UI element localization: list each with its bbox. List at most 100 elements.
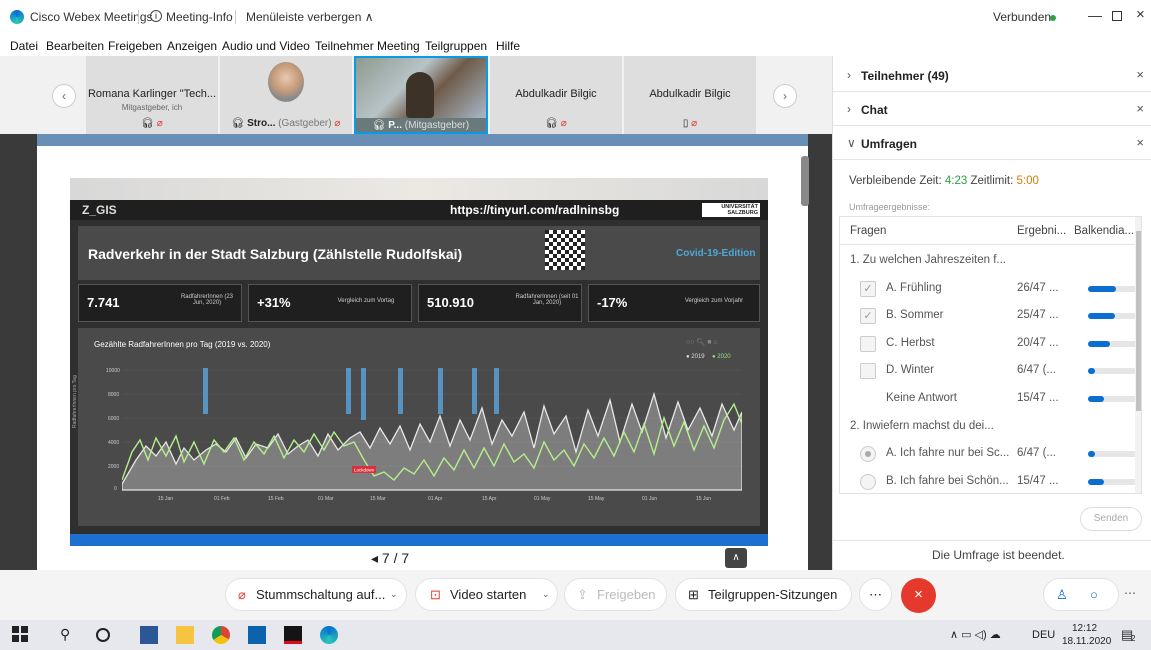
kpi-value: +31% (257, 295, 291, 310)
option-text: C. Herbst (886, 336, 935, 349)
scrollbar[interactable] (801, 156, 809, 206)
kpi-label: RadfahrerInnen (23 Jun, 2020) (180, 294, 234, 306)
send-button[interactable]: Senden (1080, 507, 1142, 531)
radio-button[interactable] (860, 446, 876, 463)
chart-toolbar-icons[interactable]: ○○ 🔍︎ ■ ⌂ (686, 338, 718, 346)
people-icon: ♙ (1056, 587, 1068, 602)
x-tick: 15 Apr (482, 496, 497, 502)
language-indicator[interactable]: DEU (1032, 629, 1055, 641)
checkbox[interactable] (860, 363, 876, 380)
option-text: A. Frühling (886, 281, 942, 294)
close-icon[interactable]: × (1136, 101, 1144, 116)
participant-strip: ‹ Romana Karlinger "Tech... Mitgastgeber… (0, 56, 832, 134)
polls-panel-header[interactable]: ∨ Umfragen × (833, 126, 1151, 160)
audio-icon: 🎧︎ (372, 120, 386, 131)
col-questions: Fragen (850, 225, 887, 237)
table-scrollbar[interactable] (1135, 217, 1141, 493)
netflix-icon[interactable] (284, 626, 302, 644)
option-text: D. Winter (886, 364, 934, 377)
collapse-button[interactable]: ∧ (725, 548, 747, 568)
mute-button[interactable]: ⌀ Stummschaltung auf... ⌄ (225, 578, 407, 611)
strip-next-button[interactable]: › (773, 84, 797, 108)
minimize-button[interactable]: — (1088, 7, 1102, 23)
participant-status: ▯ ⌀ (624, 118, 756, 129)
poll-option[interactable]: D. Winter 6/47 (... (840, 357, 1141, 385)
participant-tile-active[interactable]: 🎧︎ P... (Mitgastgeber) (354, 56, 488, 134)
cortana-icon[interactable] (96, 628, 110, 642)
participant-role: Mitgastgeber, ich (121, 103, 183, 112)
kpi-label: RadfahrerInnen (seit 01 Jan, 2020) (515, 294, 579, 306)
poll-option[interactable]: ✓ B. Sommer 25/47 ... (840, 302, 1141, 330)
menu-anzeigen[interactable]: Anzeigen (167, 39, 217, 53)
slide-url: https://tinyurl.com/radlninsbg (450, 203, 620, 217)
checkbox[interactable]: ✓ (860, 308, 876, 325)
webex-taskbar-icon[interactable] (320, 626, 338, 644)
mic-muted-icon: ⌀ (156, 118, 163, 129)
chevron-right-icon: › (847, 68, 851, 82)
result-bar-fill (1088, 451, 1095, 458)
outlook-icon[interactable] (248, 626, 266, 644)
x-tick: 15 Jan (158, 496, 174, 502)
option-text: B. Ich fahre bei Schön... (886, 474, 1009, 487)
close-icon[interactable]: × (1136, 67, 1144, 82)
end-meeting-button[interactable]: × (901, 578, 936, 613)
start-video-button[interactable]: ⊡ Video starten ⌄ (415, 578, 558, 611)
clock-time[interactable]: 12:12 (1072, 623, 1097, 634)
menu-audio-video[interactable]: Audio und Video (222, 39, 310, 53)
more-options-icon[interactable]: ⋯ (1124, 586, 1136, 600)
hide-menu-button[interactable]: Menüleiste verbergen ∧ (246, 10, 374, 24)
info-icon[interactable]: i (150, 10, 162, 22)
mic-muted-icon: ⌀ (560, 118, 567, 129)
participant-tile[interactable]: Abdulkadir Bilgic ▯ ⌀ (624, 56, 756, 134)
close-window-button[interactable]: × (1136, 6, 1145, 23)
file-explorer-icon[interactable] (176, 626, 194, 644)
poll-option[interactable]: Keine Antwort 15/47 ... (840, 385, 1141, 413)
participant-tile[interactable]: Romana Karlinger "Tech... Mitgastgeber, … (86, 56, 218, 134)
poll-option[interactable]: A. Ich fahre nur bei Sc... 6/47 (... (840, 440, 1141, 468)
poll-option[interactable]: C. Herbst 20/47 ... (840, 330, 1141, 358)
participant-tile[interactable]: Abdulkadir Bilgic 🎧︎ ⌀ (490, 56, 622, 134)
meeting-info-button[interactable]: Meeting-Info (166, 10, 233, 24)
restore-button[interactable] (1112, 11, 1122, 21)
col-results: Ergebni... (1017, 225, 1067, 237)
menu-datei[interactable]: Datei (10, 39, 38, 53)
page-indicator[interactable]: ◂ 7 / 7 (371, 550, 409, 567)
close-icon[interactable]: × (1136, 135, 1144, 150)
checkbox[interactable]: ✓ (860, 280, 876, 297)
dashboard: Z_GIS https://tinyurl.com/radlninsbg UNI… (70, 200, 768, 534)
windows-taskbar: ⚲ ∧ ▭ ◁) ☁ DEU 12:12 18.11.2020 ▤ 2 (0, 620, 1151, 650)
poll-question: 1. Zu welchen Jahreszeiten f... (840, 247, 1141, 275)
chat-panel-header[interactable]: › Chat × (833, 92, 1151, 126)
status-dot-icon (1050, 15, 1056, 21)
radio-button[interactable] (860, 473, 876, 490)
breakout-button[interactable]: ⊞ Teilgruppen-Sitzungen (675, 578, 852, 611)
x-tick: 15 Mar (370, 496, 386, 502)
menu-bearbeiten[interactable]: Bearbeiten (46, 39, 104, 53)
windows-start-icon[interactable] (12, 626, 30, 644)
poll-option[interactable]: ✓ A. Frühling 26/47 ... (840, 275, 1141, 303)
tray-icons[interactable]: ∧ ▭ ◁) ☁ (950, 628, 1001, 641)
result-bar (1088, 478, 1138, 485)
word-icon[interactable] (140, 626, 158, 644)
kpi-card: 510.910 RadfahrerInnen (seit 01 Jan, 202… (418, 284, 582, 322)
clock-date[interactable]: 18.11.2020 (1062, 636, 1111, 647)
breakout-label: Teilgruppen-Sitzungen (708, 587, 838, 602)
menu-teilgruppen[interactable]: Teilgruppen (425, 39, 487, 53)
poll-timer: Verbleibende Zeit: 4:23 Zeitlimit: 5:00 (849, 175, 1039, 187)
participant-tile[interactable]: 🎧︎ Stro... (Gastgeber) ⌀ (220, 56, 352, 134)
poll-option[interactable]: B. Ich fahre bei Schön... 15/47 ... (840, 468, 1141, 493)
strip-prev-button[interactable]: ‹ (52, 84, 76, 108)
participants-toggle-button[interactable]: ♙ ○ (1043, 578, 1119, 611)
participants-panel-header[interactable]: › Teilnehmer (49) × (833, 58, 1151, 92)
chrome-icon[interactable] (212, 626, 230, 644)
scroll-thumb[interactable] (1136, 231, 1141, 411)
search-icon[interactable]: ⚲ (60, 626, 78, 644)
menu-meeting[interactable]: Meeting (377, 39, 420, 53)
share-button[interactable]: ⇪ Freigeben (564, 578, 667, 611)
menu-hilfe[interactable]: Hilfe (496, 39, 520, 53)
option-text: A. Ich fahre nur bei Sc... (886, 447, 1010, 460)
menu-freigeben[interactable]: Freigeben (108, 39, 162, 53)
more-button[interactable]: ⋯ (859, 578, 892, 611)
checkbox[interactable] (860, 335, 876, 352)
menu-teilnehmer[interactable]: Teilnehmer (315, 39, 374, 53)
